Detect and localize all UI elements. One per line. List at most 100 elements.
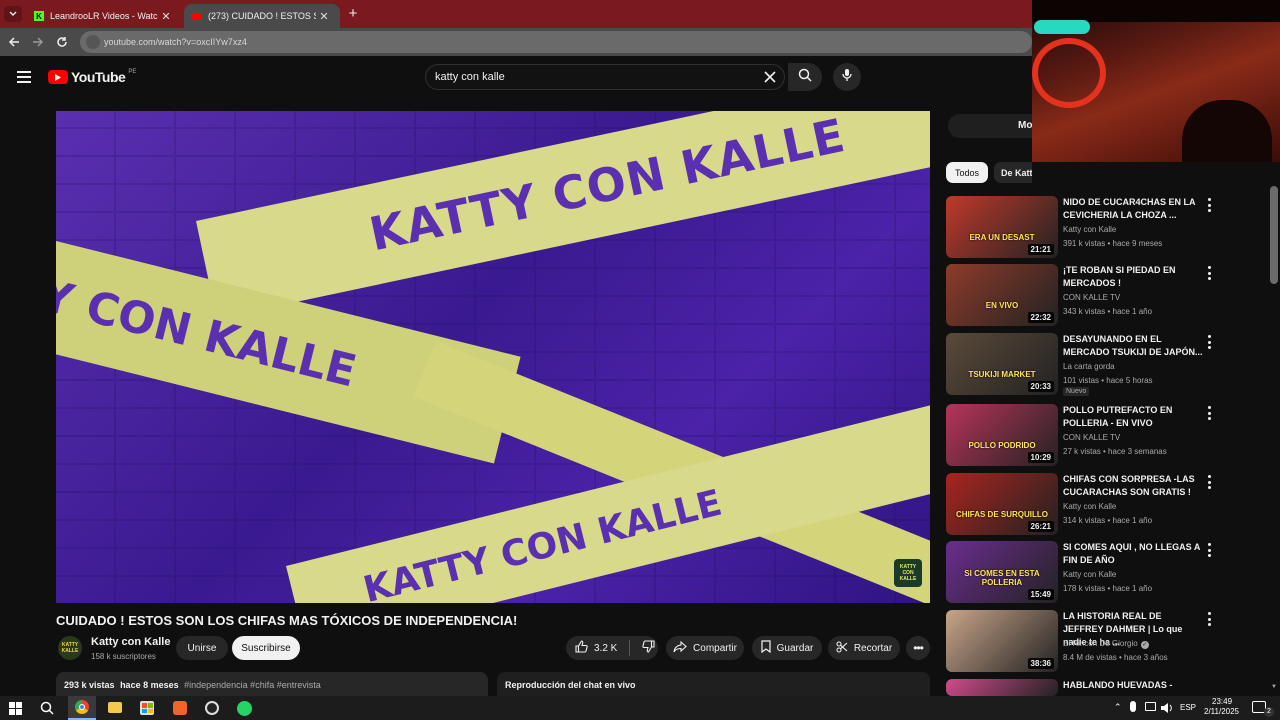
windows-taskbar: ⌃ ESP 23:49 2/11/2025 2 (0, 696, 1280, 720)
share-button[interactable]: Compartir (666, 636, 744, 660)
video-title[interactable]: ¡TE ROBAN SI PIEDAD EN MERCADOS ! (1063, 264, 1203, 290)
video-thumbnail[interactable]: POLLO PODRIDO 10:29 (946, 404, 1058, 466)
network-icon[interactable] (1145, 702, 1156, 711)
video-duration: 26:21 (1027, 521, 1054, 532)
more-vertical-icon[interactable] (1205, 198, 1213, 212)
scroll-down-arrow-icon[interactable]: ▼ (1271, 684, 1277, 690)
chip-label: De Katt (1001, 167, 1032, 178)
hamburger-menu-icon[interactable] (17, 71, 31, 83)
clock-date[interactable]: 2/11/2025 (1204, 707, 1239, 716)
volume-icon[interactable] (1160, 701, 1173, 719)
video-thumbnail[interactable] (946, 679, 1058, 696)
tab-title: LeandrooLR Videos - Watch On (50, 11, 158, 21)
more-actions-button[interactable]: ••• (906, 636, 930, 660)
more-vertical-icon[interactable] (1205, 612, 1213, 626)
more-vertical-icon[interactable] (1205, 543, 1213, 557)
chat-replay-label: Reproducción del chat en vivo (505, 680, 636, 690)
join-button[interactable]: Unirse (176, 636, 228, 660)
search-box[interactable]: katty con kalle (425, 64, 785, 90)
video-thumbnail[interactable]: TSUKIJI MARKET 20:33 (946, 333, 1058, 395)
site-info-icon[interactable] (86, 35, 100, 49)
avatar-text: KATTY KALLE (61, 642, 79, 654)
video-channel-name: La carta gorda (1063, 362, 1115, 371)
video-title[interactable]: DESAYUNANDO EN EL MERCADO TSUKIJI DE JAP… (1063, 333, 1203, 359)
language-indicator[interactable]: ESP (1180, 703, 1196, 712)
windows-start-icon[interactable] (9, 702, 22, 715)
clock-time[interactable]: 23:49 (1212, 697, 1232, 706)
search-button[interactable] (788, 63, 822, 91)
save-button[interactable]: Guardar (752, 636, 822, 660)
chrome-icon[interactable] (68, 696, 96, 720)
video-thumbnail[interactable]: 38:36 (946, 610, 1058, 672)
video-channel[interactable]: Katty con Kalle (1063, 570, 1116, 579)
video-channel[interactable]: CON KALLE TV (1063, 293, 1120, 302)
video-channel[interactable]: La carta gorda (1063, 362, 1115, 371)
new-tab-plus-icon[interactable]: + (344, 5, 362, 23)
app-orange-icon[interactable] (173, 701, 187, 715)
whatsapp-icon[interactable] (237, 701, 252, 716)
region-code: PE (128, 69, 137, 75)
video-title[interactable]: NIDO DE CUCAR4CHAS EN LA CEVICHERIA LA C… (1063, 196, 1203, 222)
hashtags[interactable]: #independencia #chifa #entrevista (184, 680, 321, 690)
back-arrow-icon[interactable] (8, 35, 20, 53)
video-thumbnail[interactable]: EN VIVO 22:32 (946, 264, 1058, 326)
dislike-button[interactable] (642, 640, 655, 656)
search-icon[interactable] (40, 701, 54, 720)
tab-list-chevron-icon[interactable] (4, 6, 22, 22)
live-chat-collapsed-bar[interactable]: Mo (948, 114, 1032, 138)
description-box[interactable]: 293 k vistas hace 8 meses #independencia… (56, 672, 488, 696)
divider (629, 640, 631, 656)
forward-arrow-icon[interactable] (32, 35, 44, 53)
video-thumbnail[interactable]: ERA UN DESAST 21:21 (946, 196, 1058, 258)
address-bar[interactable]: youtube.com/watch?v=oxcIIYw7xz4 (80, 31, 1032, 53)
view-count: 293 k vistas (64, 680, 115, 690)
video-meta: 343 k vistas • hace 1 año (1063, 307, 1153, 316)
chip-all[interactable]: Todos (946, 162, 988, 183)
video-thumbnail[interactable]: SI COMES EN ESTA POLLERIA 15:49 (946, 541, 1058, 603)
like-button[interactable]: 3.2 K (575, 640, 617, 656)
video-title[interactable]: SI COMES AQUI , NO LLEGAS A FIN DE AÑO (1063, 541, 1203, 567)
more-vertical-icon[interactable] (1205, 266, 1213, 280)
close-icon[interactable]: ✕ (158, 10, 174, 23)
thumbnail-text: TSUKIJI MARKET (968, 370, 1036, 379)
search-input[interactable]: katty con kalle (435, 71, 505, 83)
store-icon[interactable] (140, 701, 154, 715)
close-icon[interactable]: ✕ (316, 10, 332, 23)
video-channel[interactable]: Katty con Kalle (1063, 502, 1116, 511)
subscribe-button[interactable]: Suscribirse (232, 636, 300, 660)
video-player[interactable]: KATTY CON KALLE Y CON KALLE KATTY CON KA… (56, 111, 930, 603)
video-meta: 101 vistas • hace 5 horas (1063, 376, 1153, 385)
video-channel[interactable]: Katty con Kalle (1063, 225, 1116, 234)
voice-search-button[interactable] (833, 63, 861, 91)
browser-tab-youtube[interactable]: (273) CUIDADO ! ESTOS SON L ✕ (184, 4, 340, 28)
tray-chevron-icon[interactable]: ⌃ (1114, 702, 1122, 713)
file-explorer-icon[interactable] (108, 702, 122, 713)
video-title[interactable]: CHIFAS CON SORPRESA -LAS CUCARACHAS SON … (1063, 473, 1203, 499)
more-vertical-icon[interactable] (1205, 475, 1213, 489)
channel-avatar[interactable]: KATTY KALLE (58, 636, 82, 660)
video-channel-name: Katty con Kalle (1063, 570, 1117, 579)
channel-name[interactable]: Katty con Kalle (91, 636, 170, 648)
video-meta: 8.4 M de vistas • hace 3 años (1063, 653, 1168, 662)
browser-tab-kick[interactable]: K LeandrooLR Videos - Watch On ✕ (26, 4, 182, 28)
more-vertical-icon[interactable] (1205, 335, 1213, 349)
reload-icon[interactable] (56, 35, 68, 53)
video-title[interactable]: HABLANDO HUEVADAS - (1063, 679, 1203, 692)
video-thumbnail[interactable]: CHIFAS DE SURQUILLO 26:21 (946, 473, 1058, 535)
youtube-logo[interactable]: YouTube PE (48, 69, 136, 85)
video-channel[interactable]: CON KALLE TV (1063, 433, 1120, 442)
video-channel[interactable]: El Rincón De Giorgio ✓ (1063, 639, 1149, 649)
clear-search-icon[interactable] (763, 70, 777, 84)
microphone-icon[interactable] (1130, 701, 1136, 712)
sidebar-scrollbar[interactable] (1270, 186, 1278, 284)
video-duration: 20:33 (1027, 381, 1054, 392)
save-label: Guardar (776, 642, 814, 654)
video-title[interactable]: POLLO PUTREFACTO EN POLLERIA - EN VIVO (1063, 404, 1203, 430)
obs-icon[interactable] (205, 701, 219, 715)
chip-from-channel[interactable]: De Katt (994, 162, 1032, 183)
channel-watermark[interactable]: KATTY CON KALLE (894, 559, 922, 587)
more-vertical-icon[interactable] (1205, 406, 1213, 420)
chat-replay-header[interactable]: Reproducción del chat en vivo (497, 672, 930, 696)
clip-button[interactable]: Recortar (828, 636, 900, 660)
video-duration: 10:29 (1027, 452, 1054, 463)
